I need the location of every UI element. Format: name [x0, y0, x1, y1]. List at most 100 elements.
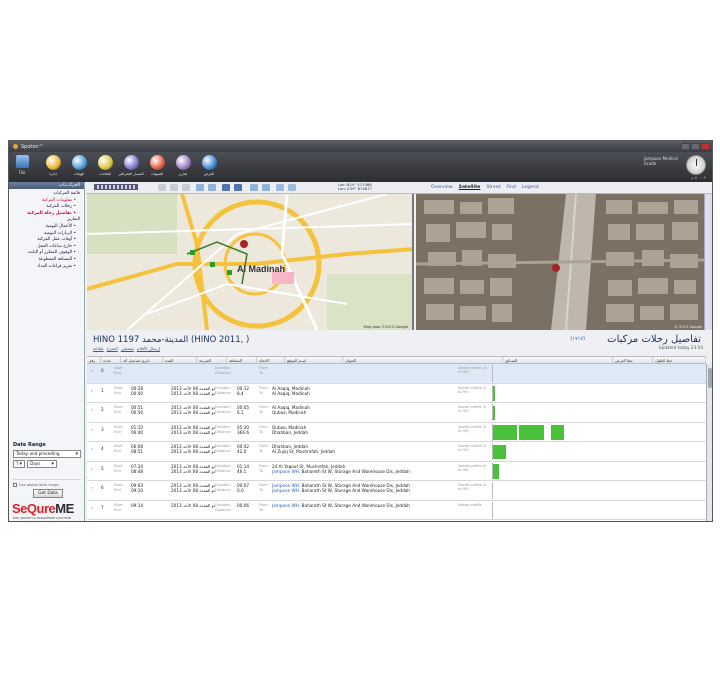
nav-item[interactable]: قائمة المركبات	[13, 191, 80, 198]
trip-action-link[interactable]: تفصيلي	[121, 346, 134, 351]
expand-arrow-icon[interactable]: ›	[91, 505, 93, 510]
maximize-button[interactable]	[691, 143, 700, 150]
table-row[interactable]: › 3 Start End 01:10 06:40 2013 ذو القعدة 08 ال…	[87, 423, 706, 442]
expand-arrow-icon[interactable]: ›	[91, 446, 93, 451]
expand-arrow-icon[interactable]: ›	[91, 388, 93, 393]
to-address-text: Qubaa, Madinah	[272, 410, 307, 416]
map-view-link[interactable]: Satellite	[459, 185, 481, 190]
table-row[interactable]: › 1 Start End 00:28 00:40 2013 ذو القعدة 08 ال…	[87, 384, 706, 403]
nav-item[interactable]: الأعمال اليومية •	[13, 224, 80, 231]
expand-arrow-icon[interactable]: ›	[91, 368, 93, 373]
satellite-vehicle-marker[interactable]	[552, 264, 560, 272]
end-date: 2013 ذو القعدة 08 الأحد	[171, 468, 216, 474]
minimize-button[interactable]	[681, 143, 690, 150]
table-scrollbar[interactable]	[706, 364, 712, 521]
nav-item[interactable]: الوقوف المتكرر أو الثابت •	[13, 250, 80, 257]
duration-label: Duration	[215, 502, 231, 507]
to-location-link[interactable]: Jampoon WH.	[272, 488, 300, 493]
range-select[interactable]: Today and preceding	[13, 450, 81, 458]
days-unit-select[interactable]: Days	[27, 460, 57, 468]
column-header[interactable]: العنوان	[343, 357, 503, 363]
copy-icon[interactable]	[250, 184, 258, 191]
grid-view-icon[interactable]	[222, 184, 230, 191]
select-icon[interactable]	[196, 184, 204, 191]
street-map[interactable]: Al Madinah Map data ©2013 Google	[87, 194, 414, 330]
ribbon-item[interactable]: تقارير	[170, 152, 196, 176]
speed-profile-label: Speed profile (0 to 90)	[458, 366, 487, 375]
duration-value: 00:12	[237, 385, 250, 391]
table-row[interactable]: › 5 Start End 07:34 08:48 2013 ذو القعدة 08 ال…	[87, 462, 706, 481]
column-header[interactable]: خط العرض	[613, 357, 653, 363]
nav-item[interactable]: رحلات المركبة •	[13, 204, 80, 211]
to-location-link[interactable]: Jampoon WH.	[272, 469, 300, 474]
column-header[interactable]: اسـم الموقع	[285, 357, 343, 363]
expand-arrow-icon[interactable]: ›	[91, 427, 93, 432]
column-header[interactable]: حدث	[101, 357, 121, 363]
nav-item[interactable]: المسافة المقطوعة •	[13, 257, 80, 264]
speed-profile-graph	[492, 482, 706, 499]
table-row[interactable]: › 0 Start End Duration Distance From To Speed pr…	[87, 364, 706, 384]
satellite-map[interactable]: © 2013 Google	[416, 194, 706, 330]
nav-item[interactable]: أوقات عمل المركبة •	[13, 237, 80, 244]
trip-action-link[interactable]: إرسال الأقلام	[137, 346, 160, 351]
nav-item[interactable]: تفاصيل رحلة المركبة •	[13, 211, 80, 218]
split-view-icon[interactable]	[234, 184, 242, 191]
duration-labels: Duration Distance	[215, 386, 231, 396]
column-header[interactable]: الاتجاه	[257, 357, 285, 363]
column-header[interactable]: خط الطول	[653, 357, 706, 363]
get-data-button[interactable]: Get Data	[33, 488, 63, 498]
speed-profile-graph	[492, 501, 706, 519]
zoom-in-icon[interactable]	[158, 184, 166, 191]
duration-label: Duration	[215, 463, 231, 468]
from-location-link[interactable]: Jampoon WH.	[272, 503, 300, 508]
column-header[interactable]: تـاريخ تسـجيل أقـ	[121, 357, 163, 363]
column-header[interactable]: المسافة	[227, 357, 257, 363]
ribbon-item[interactable]: التنبيهات	[144, 152, 170, 176]
layers-icon[interactable]	[208, 184, 216, 191]
expand-arrow-icon[interactable]: ›	[91, 466, 93, 471]
table-row[interactable]: › 7 Start End 09:14 2013 ذو القعدة 08 الأحد Du…	[87, 501, 706, 520]
row-number: 7	[101, 504, 104, 510]
expand-arrow-icon[interactable]: ›	[91, 407, 93, 412]
table-row[interactable]: › 4 Start End 06:08 08:51 2013 ذو القعدة 08 ال…	[87, 442, 706, 462]
back-arrow-icon[interactable]	[276, 184, 284, 191]
zoom-out-icon[interactable]	[170, 184, 178, 191]
days-stepper[interactable]: 7	[13, 460, 25, 468]
ribbon-item[interactable]: المسار الجغرافي	[118, 152, 144, 176]
checkbox-box	[13, 482, 17, 487]
expand-arrow-icon[interactable]: ›	[91, 485, 93, 490]
map-scrollbar[interactable]	[704, 194, 712, 330]
ribbon-item[interactable]: العلامات	[92, 152, 118, 176]
from-address-text: Baharath St W, Storage And Warehouse Dis…	[301, 502, 410, 508]
forward-arrow-icon[interactable]	[288, 184, 296, 191]
map-view-link[interactable]: Street	[486, 185, 500, 190]
column-header[interactable]: السـائق	[503, 357, 613, 363]
column-header[interactable]: السرعة	[197, 357, 227, 363]
ribbon-item-label: تقارير	[178, 172, 188, 176]
pan-icon[interactable]	[182, 184, 190, 191]
start-time: 00:28	[131, 385, 144, 391]
nav-item[interactable]: التقارير	[13, 217, 80, 224]
table-row[interactable]: › 6 Start End 09:03 09:10 2013 ذو القعدة 08 ال…	[87, 481, 706, 501]
ribbon-item[interactable]: العرض	[196, 152, 222, 176]
print-map-icon[interactable]	[262, 184, 270, 191]
map-view-link[interactable]: Legend	[522, 185, 539, 190]
map-view-link[interactable]: Find	[506, 185, 515, 190]
ribbon-item[interactable]: إدارة	[40, 152, 66, 176]
ribbon-item-label: العرض	[203, 172, 215, 176]
vehicle-marker[interactable]	[240, 240, 248, 248]
duration-labels: Duration Distance	[215, 444, 231, 454]
scroll-thumb[interactable]	[708, 368, 712, 388]
use-global-checkbox[interactable]: Use global date range	[13, 482, 81, 487]
trip-action-link[interactable]: الشرح	[107, 346, 118, 351]
file-menu[interactable]: File	[12, 155, 32, 175]
close-button[interactable]	[701, 143, 710, 150]
ribbon-item[interactable]: الهيئات	[66, 152, 92, 176]
column-header[interactable]: رقم	[87, 357, 101, 363]
map-view-link[interactable]: Overview	[431, 185, 453, 190]
trip-action-link[interactable]: طباعة	[93, 346, 104, 351]
nav-item[interactable]: تقرير قراءات العداد •	[13, 264, 80, 271]
table-row[interactable]: › 2 Start End 00:51 00:56 2013 ذو القعدة 08 ال…	[87, 403, 706, 423]
column-header[interactable]: المدة	[163, 357, 197, 363]
distance-value: 42.0	[237, 449, 247, 455]
